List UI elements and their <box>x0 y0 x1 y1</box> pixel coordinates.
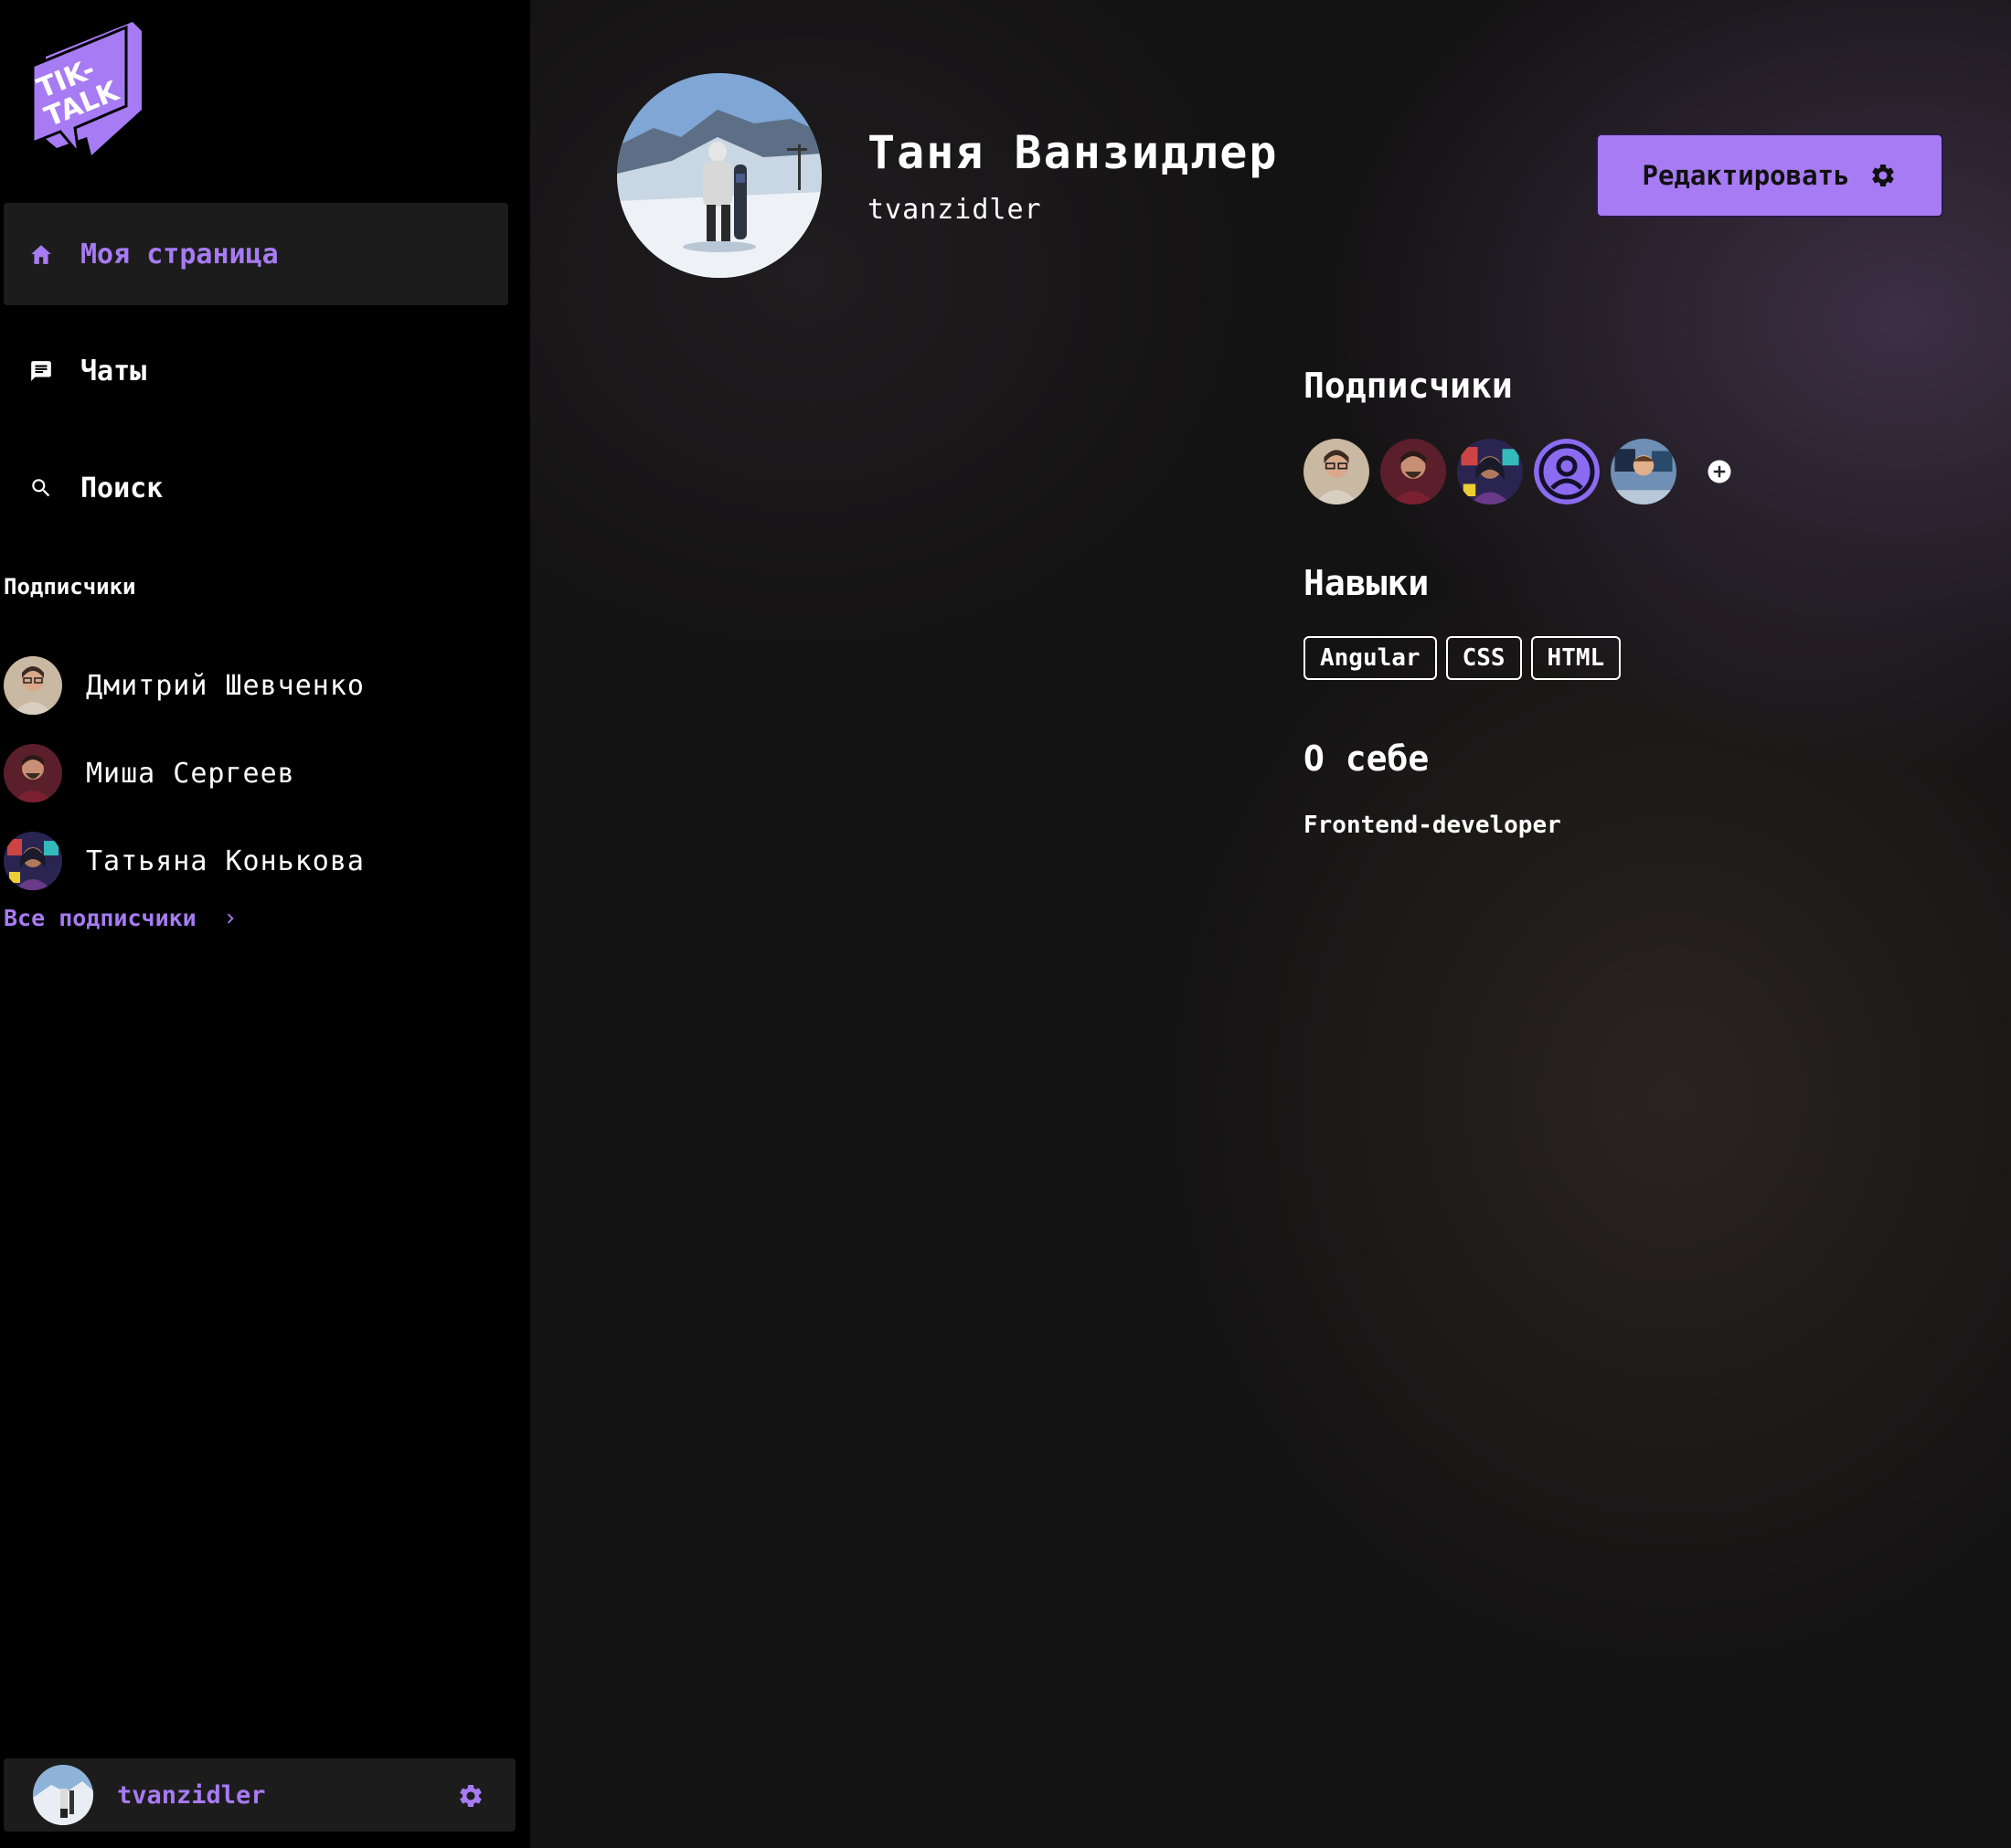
subscribers-heading: Подписчики <box>4 574 136 600</box>
sidebar: TIK- TALK Моя страница Чаты Поиск Подпис… <box>0 0 530 1848</box>
profile-page: Таня Ванзидлер tvanzidler Редактировать … <box>530 0 2011 1848</box>
followers-title: Подписчики <box>1303 366 1513 406</box>
profile-name: Таня Ванзидлер <box>867 126 1279 179</box>
nav-item-search[interactable]: Поиск <box>4 437 508 539</box>
profile-photo <box>617 73 822 278</box>
gear-icon <box>1872 165 1895 186</box>
follower-avatar[interactable] <box>1380 439 1446 504</box>
avatar <box>4 832 62 890</box>
follower-avatar[interactable] <box>1457 439 1523 504</box>
followers-avatars <box>1303 439 1733 504</box>
edit-button-label: Редактировать <box>1642 160 1850 191</box>
search-icon <box>27 474 55 502</box>
nav-item-label: Поиск <box>80 472 164 504</box>
subscriber-item[interactable]: Миша Сергеев <box>4 743 295 803</box>
follower-avatar[interactable] <box>1303 439 1369 504</box>
all-subscribers-label: Все подписчики <box>4 905 197 931</box>
avatar <box>33 1765 93 1825</box>
add-circle-icon[interactable] <box>1706 458 1733 485</box>
home-icon <box>27 240 55 268</box>
subscriber-name: Татьяна Конькова <box>86 844 365 877</box>
avatar <box>4 656 62 715</box>
edit-profile-button[interactable]: Редактировать <box>1596 133 1943 218</box>
current-user-bar[interactable]: tvanzidler <box>4 1758 516 1832</box>
nav-item-label: Чаты <box>80 355 147 388</box>
follower-avatar-placeholder[interactable] <box>1534 439 1600 504</box>
current-username: tvanzidler <box>117 1780 266 1810</box>
skill-tag: Angular <box>1303 636 1437 680</box>
skill-tag: CSS <box>1445 636 1522 680</box>
subscriber-item[interactable]: Дмитрий Шевченко <box>4 655 365 716</box>
subscriber-item[interactable]: Татьяна Конькова <box>4 831 365 891</box>
skills-title: Навыки <box>1303 563 1430 603</box>
nav-item-label: Моя страница <box>80 238 279 271</box>
skill-tag: HTML <box>1530 636 1622 680</box>
skills-list: Angular CSS HTML <box>1303 636 1630 680</box>
subscriber-name: Дмитрий Шевченко <box>86 669 365 702</box>
profile-username: tvanzidler <box>867 194 1042 226</box>
subscriber-name: Миша Сергеев <box>86 757 295 790</box>
tik-talk-logo[interactable]: TIK- TALK <box>27 18 151 160</box>
about-title: О себе <box>1303 738 1430 779</box>
avatar <box>4 744 62 802</box>
nav-item-my-page[interactable]: Моя страница <box>4 203 508 305</box>
nav-item-chats[interactable]: Чаты <box>4 320 508 422</box>
follower-avatar[interactable] <box>1611 439 1676 504</box>
all-subscribers-link[interactable]: Все подписчики <box>4 905 240 931</box>
about-text: Frontend-developer <box>1303 812 1561 839</box>
gear-icon[interactable] <box>457 1782 484 1810</box>
chat-icon <box>27 357 55 385</box>
chevron-right-icon <box>227 913 234 923</box>
